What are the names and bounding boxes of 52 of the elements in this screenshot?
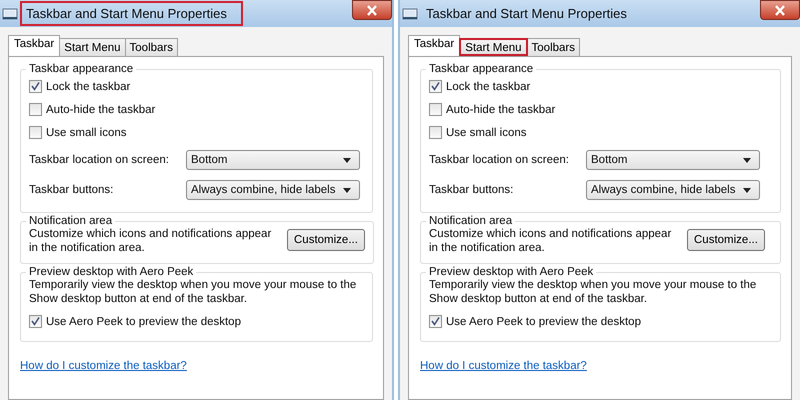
checkbox[interactable]: Use Aero Peek to preview the desktop — [429, 310, 772, 333]
help-link[interactable]: How do I customize the taskbar? — [420, 360, 587, 372]
description-text: Temporarily view the desktop when you move your mouse to the Show desktop button at end of the taskbar. — [429, 278, 758, 306]
field-label: Taskbar location on screen: — [429, 154, 570, 166]
group-title: Notification area — [28, 215, 114, 227]
caret-icon — [743, 188, 751, 192]
description-text: Customize which icons and notifications appear in the notification area. — [429, 227, 672, 255]
dropdown[interactable]: Bottom — [186, 150, 360, 170]
checkbox[interactable]: Auto-hide the taskbar — [29, 98, 364, 121]
check-icon — [430, 316, 441, 327]
checkbox[interactable]: Use small icons — [429, 121, 772, 144]
field-label: Taskbar buttons: — [29, 184, 114, 196]
checkbox[interactable]: Auto-hide the taskbar — [429, 98, 772, 121]
close-button[interactable] — [352, 0, 392, 20]
group-title: Notification area — [428, 215, 514, 227]
close-button[interactable] — [760, 0, 800, 20]
caret-icon — [343, 188, 351, 192]
customize-button[interactable]: Customize... — [687, 229, 765, 251]
tab[interactable]: Toolbars — [124, 38, 178, 56]
tab[interactable]: Start Menu — [59, 38, 126, 56]
caret-icon — [343, 158, 351, 162]
checkbox[interactable]: Lock the taskbar — [29, 75, 364, 98]
group-title: Preview desktop with Aero Peek — [428, 266, 594, 278]
dropdown[interactable]: Bottom — [586, 150, 760, 170]
window-title: Taskbar and Start Menu Properties — [425, 5, 628, 23]
window-icon — [402, 6, 418, 22]
window-icon — [2, 6, 18, 22]
dropdown[interactable]: Always combine, hide labels — [586, 180, 760, 200]
help-link[interactable]: How do I customize the taskbar? — [20, 360, 187, 372]
description-text: Temporarily view the desktop when you move your mouse to the Show desktop button at end of the taskbar. — [29, 278, 358, 306]
check-icon — [30, 316, 41, 327]
tab[interactable]: Start Menu — [459, 38, 528, 56]
group-title: Taskbar appearance — [428, 63, 534, 75]
tab[interactable]: Taskbar — [8, 35, 60, 56]
checkbox[interactable]: Use Aero Peek to preview the desktop — [29, 310, 364, 333]
close-icon — [366, 4, 378, 16]
tab[interactable]: Toolbars — [526, 38, 580, 56]
group-title: Preview desktop with Aero Peek — [28, 266, 194, 278]
window-title: Taskbar and Start Menu Properties — [20, 1, 243, 26]
caret-icon — [743, 158, 751, 162]
dropdown[interactable]: Always combine, hide labels — [186, 180, 360, 200]
check-icon — [30, 81, 41, 92]
check-icon — [430, 81, 441, 92]
field-label: Taskbar buttons: — [429, 184, 514, 196]
group-title: Taskbar appearance — [28, 63, 134, 75]
tab[interactable]: Taskbar — [408, 35, 460, 56]
close-icon — [774, 4, 786, 16]
checkbox[interactable]: Use small icons — [29, 121, 364, 144]
customize-button[interactable]: Customize... — [287, 229, 365, 251]
checkbox[interactable]: Lock the taskbar — [429, 75, 772, 98]
field-label: Taskbar location on screen: — [29, 154, 170, 166]
description-text: Customize which icons and notifications appear in the notification area. — [29, 227, 272, 255]
